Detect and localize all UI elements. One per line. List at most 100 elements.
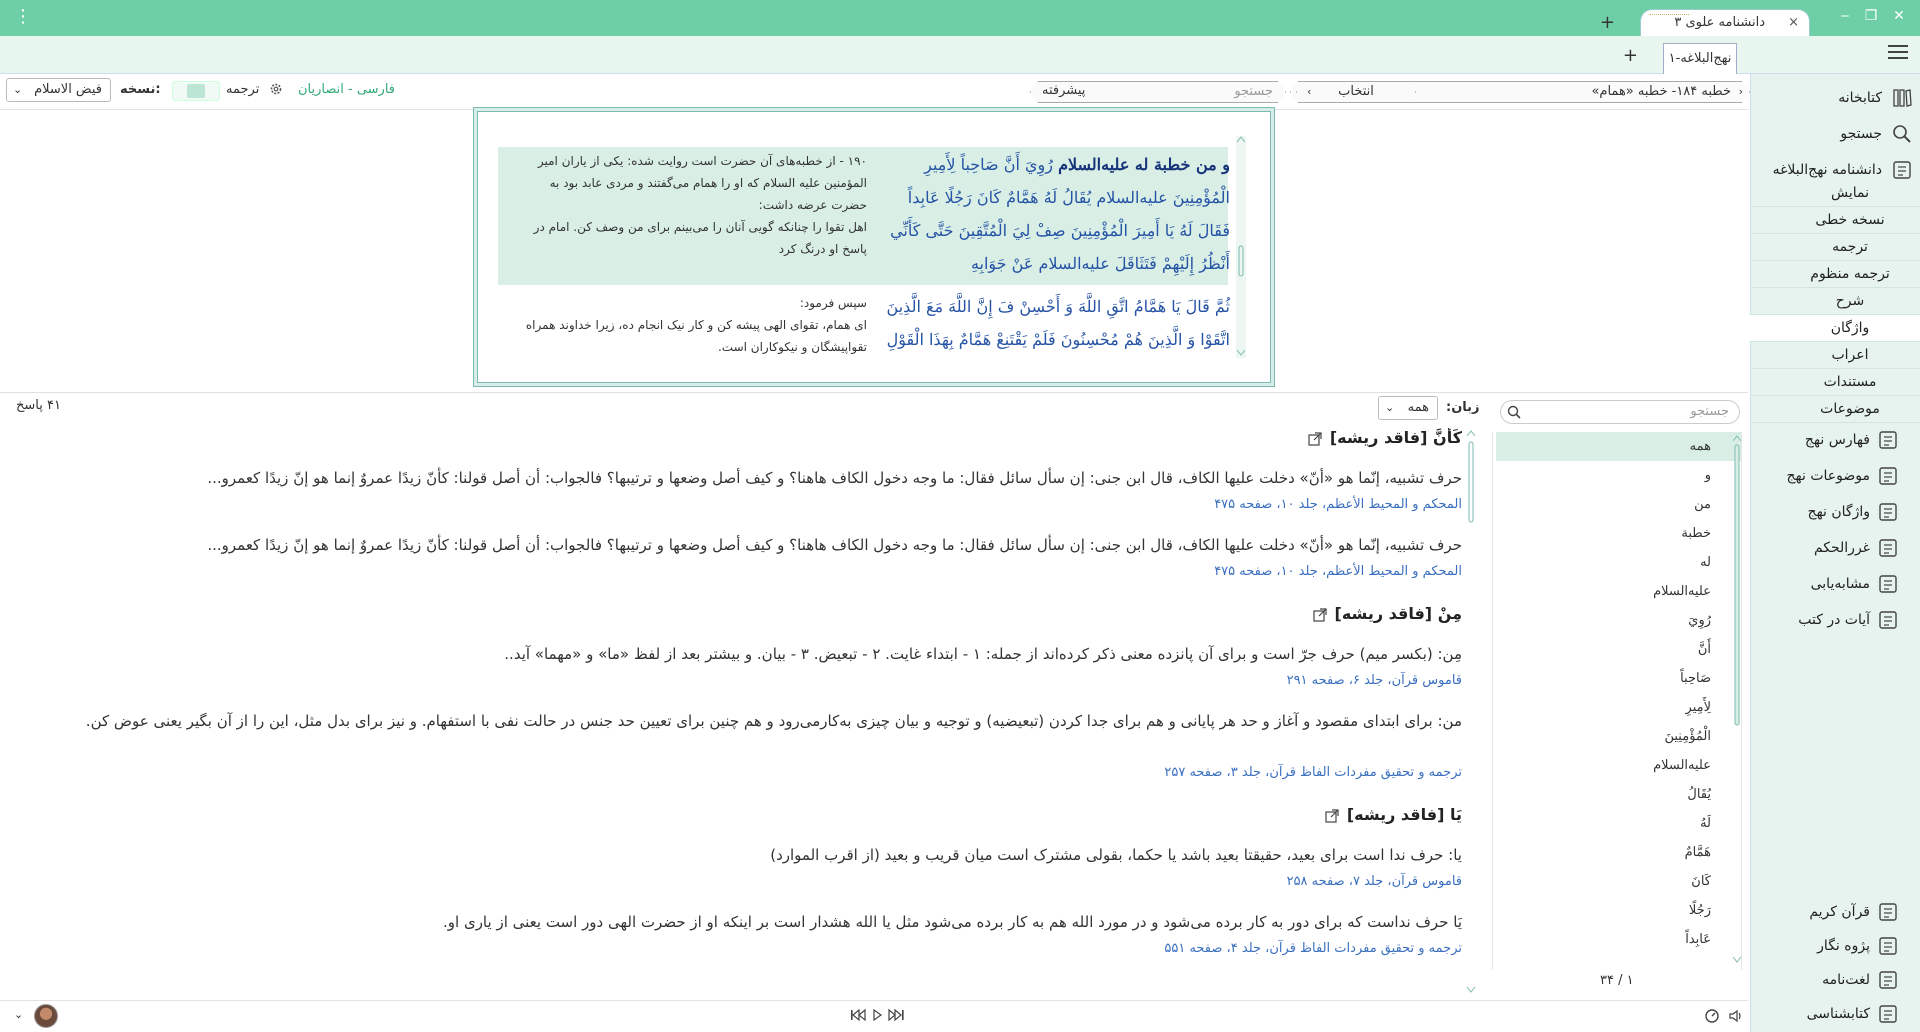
document-tab[interactable]: نهج‌البلاغه-۱ bbox=[1663, 43, 1737, 74]
word-list-item[interactable]: خطبة bbox=[1496, 519, 1741, 548]
advanced-search-link[interactable]: پیشرفته bbox=[1042, 83, 1085, 98]
heading-text: مِنْ [فاقد ریشه] bbox=[1334, 604, 1462, 623]
minimize-button[interactable]: ‒ bbox=[1834, 8, 1856, 24]
result-source-link[interactable]: قاموس قرآن، جلد ۷، صفحه ۲۵۸ bbox=[1287, 874, 1462, 889]
result-source-link[interactable]: المحکم و المحیط الأعظم، جلد ۱۰، صفحه ۴۷۵ bbox=[1214, 564, 1462, 579]
translation-language-link[interactable]: فارسی - انصاریان bbox=[298, 82, 395, 97]
sidebar-subitem[interactable]: موضوعات bbox=[1750, 396, 1920, 423]
sidebar-bottom-item[interactable]: لغت‌نامه bbox=[1750, 970, 1920, 998]
skip-forward-icon[interactable] bbox=[888, 1008, 904, 1022]
close-tab-icon[interactable]: × bbox=[1788, 10, 1799, 36]
gear-icon[interactable] bbox=[269, 82, 283, 96]
sidebar-item-search[interactable]: جستجو bbox=[1750, 124, 1920, 152]
close-window-button[interactable]: ✕ bbox=[1888, 8, 1910, 24]
word-list-item[interactable]: علیه‌السلام bbox=[1496, 751, 1741, 780]
result-definition: مِن: (بکسر میم) حرف جرّ است و برای آن پا… bbox=[504, 645, 1462, 663]
word-list-item[interactable]: هَمَّامٌ bbox=[1496, 838, 1741, 867]
search-icon bbox=[1892, 124, 1912, 144]
translation-toggle[interactable] bbox=[172, 81, 220, 101]
sidebar-bottom-item[interactable]: پژوه نگار bbox=[1750, 936, 1920, 964]
word-list-item[interactable]: من bbox=[1496, 490, 1741, 519]
play-icon[interactable] bbox=[873, 1008, 883, 1022]
word-list-item[interactable]: الْمُؤْمِنِينَ bbox=[1496, 722, 1741, 751]
sidebar-subitem[interactable]: نمایش bbox=[1750, 180, 1920, 207]
open-external-icon[interactable] bbox=[1308, 431, 1322, 446]
sidebar-subitem[interactable]: ترجمه bbox=[1750, 234, 1920, 261]
arabic-passage-1[interactable]: و من خطبة له علیه‌السلام رُوِيَ أَنَّ صَ… bbox=[880, 148, 1230, 280]
language-filter-select[interactable]: همه ⌄ bbox=[1378, 396, 1438, 420]
results-scrollbar[interactable] bbox=[1466, 430, 1476, 995]
result-word-heading: مِنْ [فاقد ریشه] bbox=[1312, 604, 1462, 623]
word-list-item[interactable]: رُوِيَ bbox=[1496, 606, 1741, 635]
select-label: انتخاب bbox=[1338, 84, 1374, 99]
word-list-item[interactable]: صَاحِباً bbox=[1496, 664, 1741, 693]
sidebar-tool-item[interactable]: آیات در کتب bbox=[1750, 610, 1920, 638]
word-list-item[interactable]: رَجُلًا bbox=[1496, 896, 1741, 925]
arabic-passage-2[interactable]: ثُمَّ قَالَ يَا هَمَّامُ اتَّقِ اللَّهَ … bbox=[880, 290, 1230, 356]
sidebar-item-label: کتابخانه bbox=[1838, 90, 1882, 106]
app-tab[interactable]: × دانشنامه علوی ۳ bbox=[1640, 9, 1810, 37]
sidebar-item-label: غررالحکم bbox=[1813, 540, 1870, 556]
speed-icon[interactable] bbox=[1704, 1008, 1720, 1024]
sidebar-subitem[interactable]: اعراب bbox=[1750, 342, 1920, 369]
sidebar-item-label: جستجو bbox=[1840, 126, 1882, 142]
volume-icon[interactable] bbox=[1728, 1008, 1744, 1024]
restore-button[interactable]: ❐ bbox=[1860, 8, 1882, 24]
sidebar-tool-item[interactable]: مشابه‌یابی bbox=[1750, 574, 1920, 602]
chevron-down-icon[interactable]: ⌄ bbox=[14, 1008, 23, 1021]
word-list-item[interactable]: عَابِداً bbox=[1496, 925, 1741, 954]
word-list-item[interactable]: علیه‌السلام bbox=[1496, 577, 1741, 606]
result-source-link[interactable]: ترجمه و تحقیق مفردات الفاظ قرآن، جلد ۳، … bbox=[1164, 765, 1462, 780]
word-list-item[interactable]: كَانَ bbox=[1496, 867, 1741, 896]
sidebar-tool-item[interactable]: فهارس نهج bbox=[1750, 430, 1920, 458]
add-document-tab-button[interactable]: + bbox=[1623, 45, 1638, 66]
word-list-item[interactable]: له bbox=[1496, 548, 1741, 577]
text-scrollbar[interactable] bbox=[1236, 136, 1246, 358]
result-source-link[interactable]: ترجمه و تحقیق مفردات الفاظ قرآن، جلد ۴، … bbox=[1164, 941, 1462, 956]
sidebar-subitem[interactable]: مستندات bbox=[1750, 369, 1920, 396]
sidebar-item-library[interactable]: کتابخانه bbox=[1750, 88, 1920, 116]
avatar[interactable] bbox=[34, 1004, 58, 1028]
word-search-input[interactable]: جستجو bbox=[1500, 400, 1740, 424]
panel-divider bbox=[0, 392, 1748, 393]
open-external-icon[interactable] bbox=[1325, 808, 1339, 823]
word-list-item[interactable]: يُقَالُ bbox=[1496, 780, 1741, 809]
open-external-icon[interactable] bbox=[1312, 607, 1327, 622]
sermon-heading: و من خطبة له علیه‌السلام bbox=[1058, 155, 1230, 174]
sidebar-subitem[interactable]: نسخه خطی bbox=[1750, 207, 1920, 234]
word-list-item[interactable]: همه bbox=[1496, 432, 1741, 461]
notes-icon bbox=[1878, 936, 1898, 956]
word-list-item[interactable]: أَنَّ bbox=[1496, 635, 1741, 664]
sidebar-bottom-item[interactable]: قرآن کریم bbox=[1750, 902, 1920, 930]
result-source-link[interactable]: المحکم و المحیط الأعظم، جلد ۱۰، صفحه ۴۷۵ bbox=[1214, 497, 1462, 512]
topics-icon bbox=[1878, 466, 1898, 486]
version-select[interactable]: فیض الاسلام ⌄ bbox=[6, 78, 111, 102]
sidebar-subitem[interactable]: شرح bbox=[1750, 288, 1920, 315]
word-list-scrollbar[interactable] bbox=[1733, 435, 1741, 965]
chevron-left-icon[interactable]: ‹ bbox=[1739, 82, 1743, 102]
translation-line: سپس فرمود: bbox=[799, 296, 867, 310]
result-source-link[interactable]: قاموس قرآن، جلد ۶، صفحه ۲۹۱ bbox=[1287, 673, 1462, 688]
sidebar-tool-item[interactable]: موضوعات نهج bbox=[1750, 466, 1920, 494]
result-definition: حرف تشبیه، إنّما هو «أنّ» دخلت علیها الک… bbox=[207, 469, 1462, 487]
skip-back-icon[interactable] bbox=[851, 1008, 866, 1022]
sidebar-bottom-item[interactable]: کتابشناسی bbox=[1750, 1004, 1920, 1032]
search-placeholder: جستجو bbox=[1234, 84, 1273, 99]
hamburger-menu-icon[interactable] bbox=[1888, 44, 1908, 60]
word-list-item[interactable]: لَهُ bbox=[1496, 809, 1741, 838]
sidebar-item-label: دانشنامه نهج‌البلاغه bbox=[1772, 162, 1882, 178]
word-list-item[interactable]: لِأَمِيرِ bbox=[1496, 693, 1741, 722]
new-app-tab-button[interactable]: + bbox=[1600, 12, 1615, 33]
word-search-placeholder: جستجو bbox=[1690, 404, 1729, 419]
translation-line: ۱۹۰ - از خطبه‌های آن حضرت است روایت شده:… bbox=[537, 154, 867, 212]
chevron-right-icon: › bbox=[1307, 85, 1312, 98]
word-list-item[interactable]: و bbox=[1496, 461, 1741, 490]
menu-dots-icon[interactable]: ⋮ bbox=[14, 6, 32, 27]
sidebar-subitem[interactable]: ترجمه منظوم bbox=[1750, 261, 1920, 288]
sidebar-tool-item[interactable]: واژگان نهج bbox=[1750, 502, 1920, 530]
sidebar-item-label: موضوعات نهج bbox=[1786, 468, 1871, 484]
sidebar-subitem[interactable]: واژگان bbox=[1750, 315, 1920, 342]
persian-translation-2: سپس فرمود: ای همام، تقوای الهی پیشه کن و… bbox=[515, 292, 867, 358]
sidebar-tool-item[interactable]: غررالحکم bbox=[1750, 538, 1920, 566]
select-button[interactable]: انتخاب › bbox=[1296, 81, 1416, 103]
